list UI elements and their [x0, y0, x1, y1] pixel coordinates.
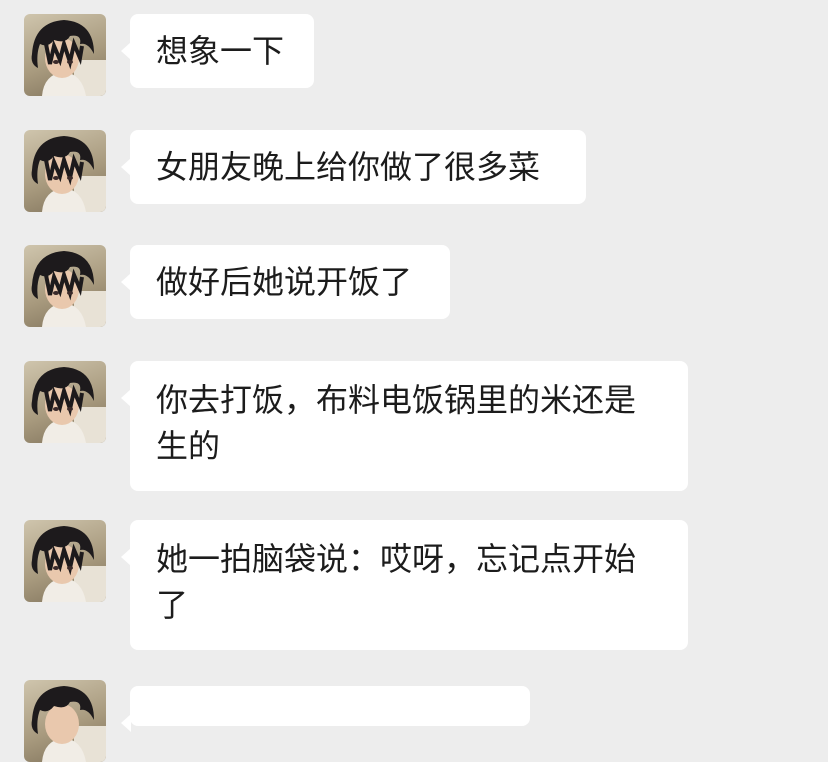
anime-boy-avatar-icon[interactable] — [24, 245, 106, 327]
anime-boy-avatar-icon[interactable] — [24, 14, 106, 96]
anime-boy-avatar-icon[interactable] — [24, 520, 106, 602]
anime-boy-avatar-icon[interactable] — [24, 361, 106, 443]
message-bubble[interactable]: 想象一下 — [121, 14, 314, 88]
message-bubble[interactable]: 女朋友晚上给你做了很多菜 — [121, 130, 586, 204]
message-bubble[interactable]: 做好后她说开饭了 — [121, 245, 450, 319]
message-bubble[interactable]: 她一拍脑袋说：哎呀，忘记点开始了 — [121, 520, 688, 650]
message-bubble[interactable] — [121, 686, 530, 732]
anime-boy-avatar-icon[interactable] — [24, 680, 106, 762]
anime-boy-avatar-icon[interactable] — [24, 130, 106, 212]
message-bubble[interactable]: 你去打饭，布料电饭锅里的米还是生的 — [121, 361, 688, 491]
